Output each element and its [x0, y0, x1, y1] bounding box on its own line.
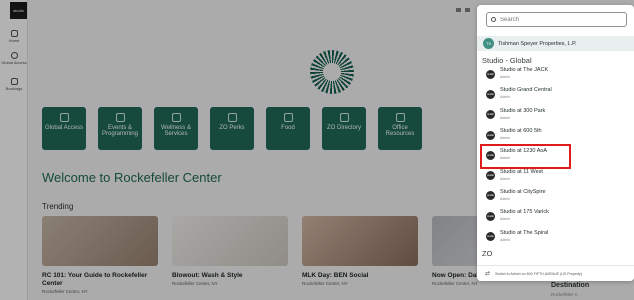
studio-avatar: studio — [486, 110, 495, 120]
property-role: Admin — [500, 75, 510, 80]
studio-avatar: studio — [486, 211, 495, 221]
property-switcher-dropdown: TS Tishman Speyer Properties, L.P. Studi… — [477, 5, 634, 281]
property-item[interactable]: studio Studio at 175 Varick Admin — [477, 206, 634, 226]
property-role: Admin — [500, 176, 510, 181]
highlight-box — [480, 144, 571, 169]
search-input[interactable] — [500, 16, 620, 23]
property-item[interactable]: studio Studio at The JACK Admin — [477, 64, 634, 84]
switch-admin-text: Switch to Admin on 600 FIFTH AVENUE (US … — [495, 271, 583, 276]
property-name: Studio at 11 West — [500, 168, 543, 175]
property-role: Admin — [500, 196, 510, 201]
company-badge: TS — [483, 38, 494, 49]
property-role: Admin — [500, 95, 510, 100]
property-item[interactable]: studio Studio at CitySpire Admin — [477, 186, 634, 206]
studio-avatar: studio — [486, 89, 495, 99]
property-role: Admin — [500, 115, 510, 120]
studio-avatar: studio — [486, 69, 495, 79]
property-name: Studio at The JACK — [500, 67, 549, 74]
studio-avatar: studio — [486, 232, 495, 242]
property-role: Admin — [500, 217, 510, 222]
studio-avatar: studio — [486, 171, 495, 181]
studio-avatar: studio — [486, 191, 495, 201]
studio-avatar: studio — [486, 130, 495, 140]
property-name: Studio at 175 Varick — [500, 209, 549, 216]
property-name: Studio at 600 5th — [500, 128, 542, 135]
selected-company-row[interactable]: TS Tishman Speyer Properties, L.P. — [477, 36, 634, 51]
property-name: Studio Grand Central — [500, 87, 552, 94]
property-item[interactable]: studio Studio Grand Central Admin — [477, 84, 634, 104]
property-role: Admin — [500, 136, 510, 141]
search-icon — [491, 17, 496, 22]
property-name: Studio at 300 Park — [500, 107, 546, 114]
property-name: Studio at The Spiral — [500, 229, 549, 236]
property-item[interactable]: studio Studio at 600 5th Admin — [477, 125, 634, 145]
property-role: Admin — [500, 237, 510, 242]
peek-card-title: Destination — [551, 282, 590, 289]
selected-company-name: Tishman Speyer Properties, L.P. — [498, 40, 577, 47]
section-header-zo: ZO — [482, 249, 493, 258]
peek-card-location: Rockefeller C — [551, 292, 579, 297]
property-item[interactable]: studio Studio at 300 Park Admin — [477, 105, 634, 125]
property-item[interactable]: studio Studio at The Spiral Admin — [477, 226, 634, 246]
switch-icon: ⇄ — [485, 271, 491, 277]
search-box[interactable] — [486, 12, 627, 27]
property-name: Studio at CitySpire — [500, 188, 546, 195]
switch-admin-footer[interactable]: ⇄ Switch to Admin on 600 FIFTH AVENUE (U… — [477, 265, 634, 281]
